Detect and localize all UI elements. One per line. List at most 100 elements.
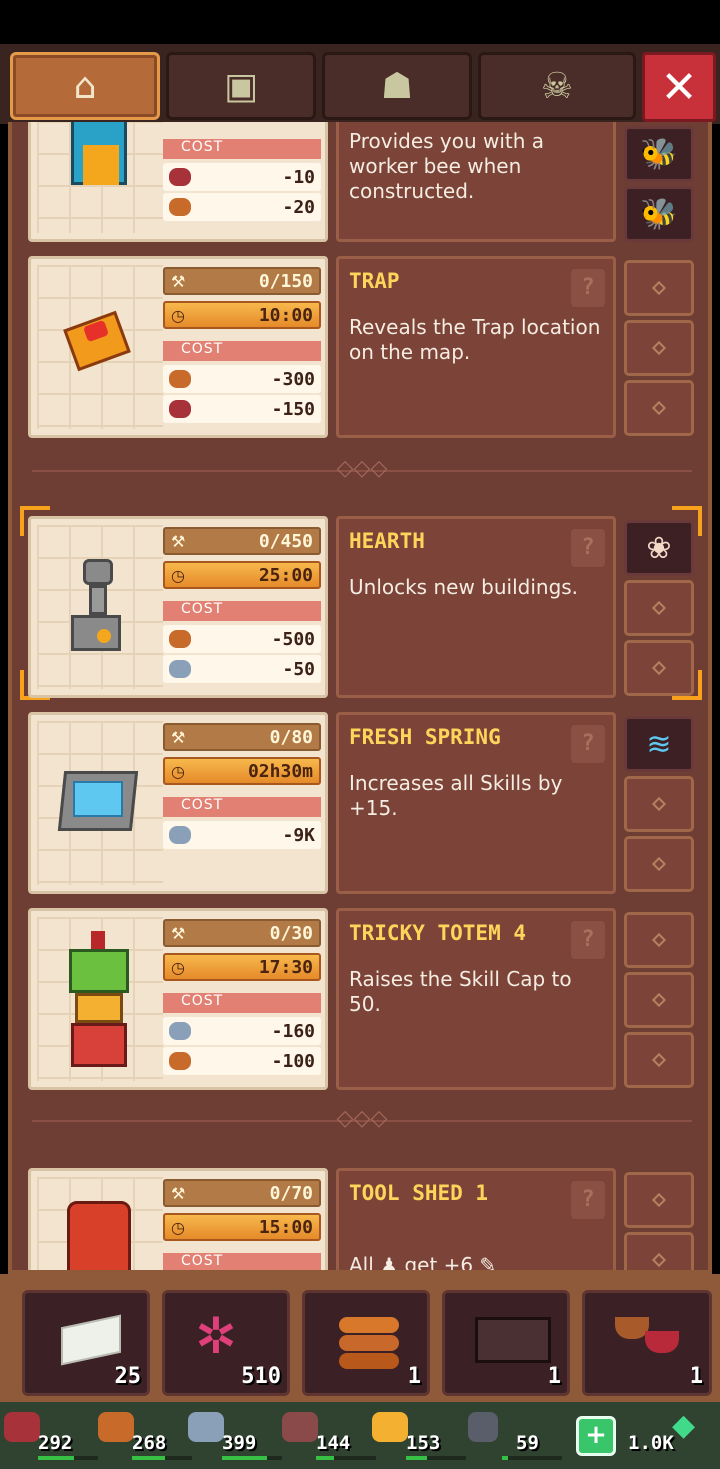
- building-description: Reveals the Trap location on the map.: [349, 315, 601, 364]
- trap-image: [61, 299, 141, 399]
- build-time: ◷ 10:00: [163, 301, 321, 329]
- inventory-item-coral[interactable]: ✲ 510: [162, 1290, 290, 1396]
- gem-count: 1.0K: [628, 1432, 674, 1454]
- reward-slot[interactable]: [624, 1032, 694, 1088]
- lotus-icon: ❀: [646, 530, 672, 566]
- inventory-item-sofa[interactable]: 1: [442, 1290, 570, 1396]
- tab-skull[interactable]: ☠: [478, 52, 636, 120]
- stone-icon: [169, 826, 191, 844]
- reward-slot[interactable]: [624, 912, 694, 968]
- house-icon: ⌂: [73, 65, 97, 107]
- building-title: HEARTH: [349, 529, 425, 553]
- reward-slot[interactable]: [624, 776, 694, 832]
- resource-ore: 59: [468, 1410, 562, 1462]
- hammer-icon: ⚒: [171, 923, 186, 943]
- reward-slot[interactable]: [624, 836, 694, 892]
- cost-header: COST: [163, 1253, 321, 1270]
- reward-slot[interactable]: 🐝: [624, 126, 694, 182]
- reward-slot[interactable]: [624, 972, 694, 1028]
- building-card-tool-shed[interactable]: ⚒ 0/70 ◷ 15:00 COST: [28, 1168, 328, 1270]
- building-description: Unlocks new buildings.: [349, 575, 579, 599]
- resource-bar: 292 268 399 144 153 59 + 1.0K ◆: [0, 1402, 720, 1469]
- fresh-spring-image: [57, 763, 141, 863]
- build-progress: ⚒ 0/70: [163, 1179, 321, 1207]
- reward-slot[interactable]: ❀: [624, 520, 694, 576]
- coral-icon: ✲: [195, 1307, 237, 1365]
- help-button[interactable]: ?: [571, 1181, 605, 1219]
- clock-icon: ◷: [171, 761, 185, 781]
- building-description: All ♟ get +6 ✎: [349, 1253, 497, 1274]
- cost-row: -300: [163, 365, 321, 393]
- building-card-fresh-spring[interactable]: ⚒ 0/80 ◷ 02h30m COST -9K: [28, 712, 328, 894]
- totem-image: [61, 931, 141, 1071]
- building-card-bee-house[interactable]: COST -10 -20: [28, 122, 328, 242]
- bee-icon: 🐝: [640, 196, 678, 232]
- stone-icon: [188, 1412, 224, 1442]
- reward-slot[interactable]: [624, 1172, 694, 1228]
- empty-slot-icon: [651, 992, 667, 1008]
- tab-backpack[interactable]: ▣: [166, 52, 316, 120]
- empty-slot-icon: [651, 1192, 667, 1208]
- clock-icon: ◷: [171, 305, 185, 325]
- reward-slot[interactable]: [624, 1232, 694, 1270]
- marble-block-icon: [55, 1307, 125, 1367]
- inventory-item-bowls[interactable]: 1: [582, 1290, 712, 1396]
- building-card-tricky-totem[interactable]: ⚒ 0/30 ◷ 17:30 COST -160 -100: [28, 908, 328, 1090]
- reward-slot[interactable]: [624, 260, 694, 316]
- empty-slot-icon: [651, 600, 667, 616]
- building-title: TRAP: [349, 269, 400, 293]
- backpack-icon: ▣: [223, 65, 258, 107]
- status-bar: [0, 0, 720, 44]
- building-description: Provides you with a worker bee when cons…: [349, 129, 545, 203]
- building-card-hearth[interactable]: ⚒ 0/450 ◷ 25:00 COST -500 -50: [28, 516, 328, 698]
- wood-icon: [169, 198, 191, 216]
- cost-row: -20: [163, 193, 321, 221]
- hearth-image: [61, 559, 141, 659]
- close-icon: ✕: [660, 61, 698, 113]
- build-progress: ⚒ 0/450: [163, 527, 321, 555]
- tab-monster[interactable]: ☗: [322, 52, 472, 120]
- reward-slot[interactable]: [624, 320, 694, 376]
- reward-slot[interactable]: [624, 580, 694, 636]
- cost-header: COST: [163, 797, 321, 817]
- stone-icon: [169, 660, 191, 678]
- building-title: FRESH SPRING: [349, 725, 501, 749]
- water-splash-icon: ≋: [646, 726, 672, 762]
- building-title: TOOL SHED 1: [349, 1181, 489, 1205]
- close-button[interactable]: ✕: [642, 52, 716, 122]
- help-button[interactable]: ?: [571, 921, 605, 959]
- empty-slot-icon: [651, 1052, 667, 1068]
- empty-slot-icon: [651, 660, 667, 676]
- reward-slot[interactable]: 🐝: [624, 186, 694, 242]
- inventory-item-marble[interactable]: 25: [22, 1290, 150, 1396]
- cost-header: COST: [163, 341, 321, 361]
- clock-icon: ◷: [171, 957, 185, 977]
- building-description-box: TRAP ? Reveals the Trap location on the …: [336, 256, 616, 438]
- tab-home[interactable]: ⌂: [10, 52, 160, 120]
- reward-slot[interactable]: ≋: [624, 716, 694, 772]
- inventory-bar: 25 ✲ 510 1 1 1: [0, 1274, 720, 1402]
- help-button[interactable]: ?: [571, 269, 605, 307]
- wood-icon: [169, 630, 191, 648]
- buildings-list[interactable]: COST -10 -20 Provides you with a worker …: [8, 122, 712, 1274]
- clock-icon: ◷: [171, 1217, 185, 1237]
- meat-icon: [4, 1412, 40, 1442]
- reward-slot[interactable]: [624, 640, 694, 696]
- skull-crossbones-icon: ☠: [540, 65, 574, 107]
- building-description-box: TOOL SHED 1 ? All ♟ get +6 ✎: [336, 1168, 616, 1274]
- resource-fill: [38, 1456, 74, 1460]
- empty-slot-icon: [651, 856, 667, 872]
- empty-slot-icon: [651, 796, 667, 812]
- hammer-icon: ⚒: [171, 727, 186, 747]
- help-button[interactable]: ?: [571, 725, 605, 763]
- building-card-trap[interactable]: ⚒ 0/150 ◷ 10:00 COST -300 -150: [28, 256, 328, 438]
- help-button[interactable]: ?: [571, 529, 605, 567]
- inventory-item-logs[interactable]: 1: [302, 1290, 430, 1396]
- cost-row: -150: [163, 395, 321, 423]
- reward-slot[interactable]: [624, 380, 694, 436]
- buy-gems-button[interactable]: +: [576, 1416, 616, 1456]
- cost-row: -9K: [163, 821, 321, 849]
- tab-strip: ⌂ ▣ ☗ ☠: [0, 44, 720, 124]
- wood-icon: [169, 370, 191, 388]
- build-progress: ⚒ 0/150: [163, 267, 321, 295]
